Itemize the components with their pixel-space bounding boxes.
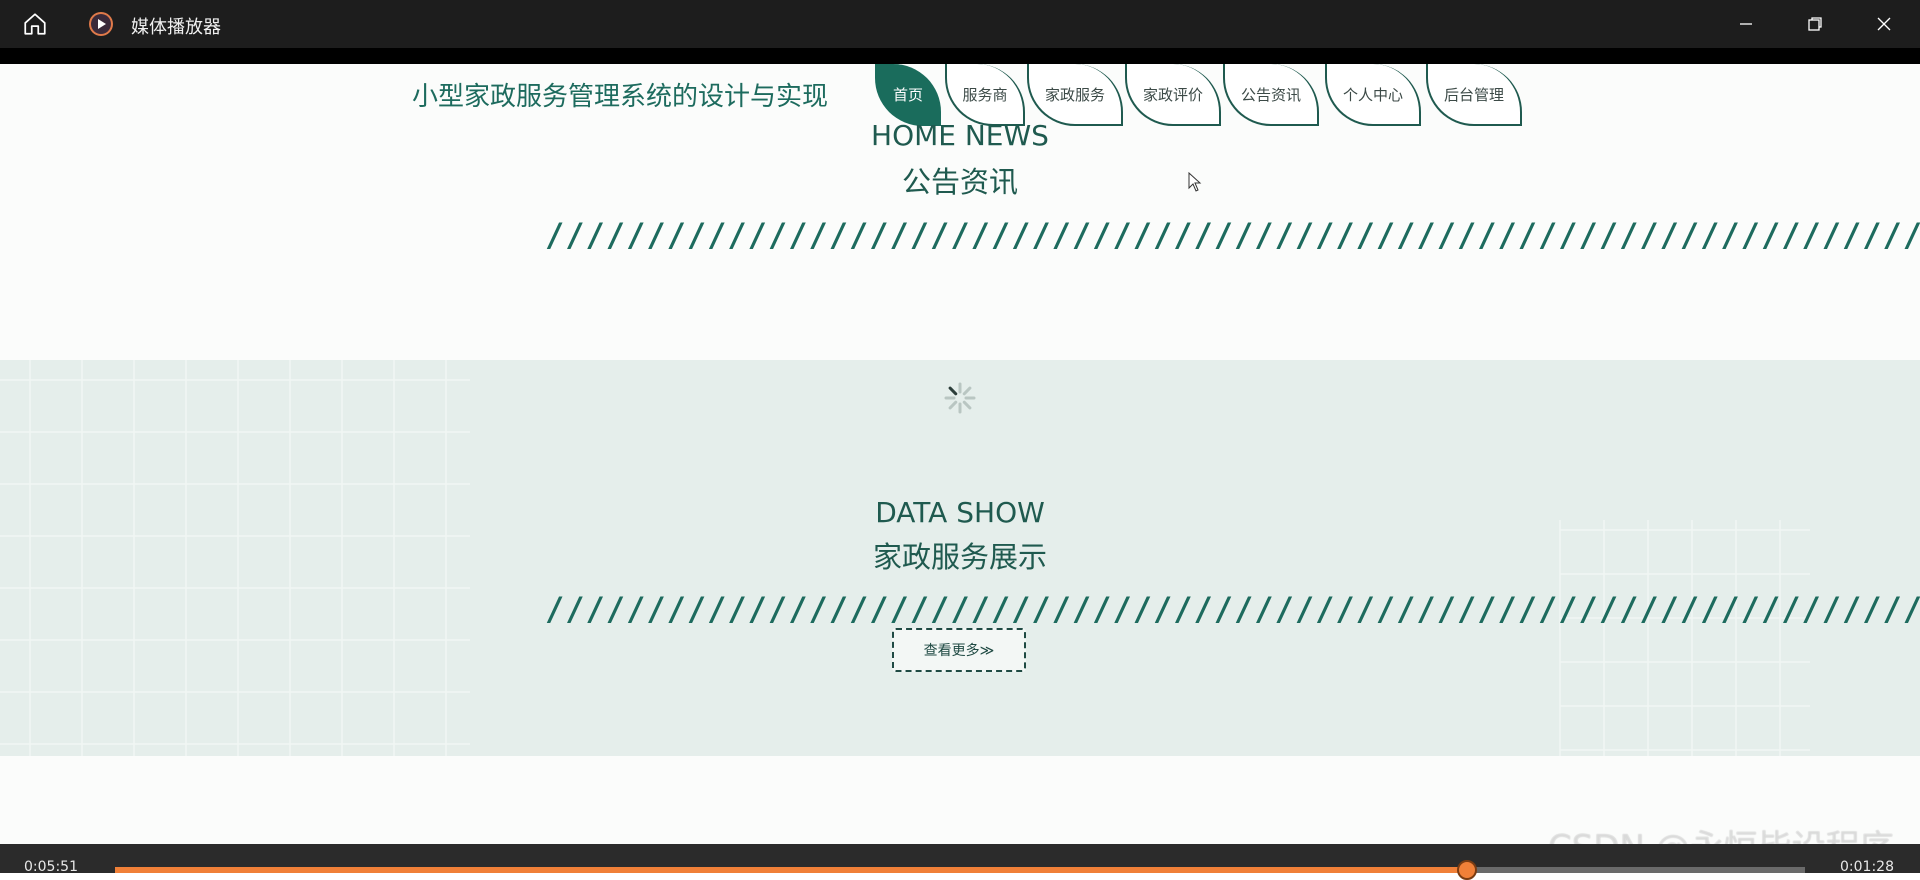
nav-item-providers[interactable]: 服务商 (945, 64, 1025, 126)
nav-item-home[interactable]: 首页 (875, 64, 941, 126)
data-show-divider: ////////////////////////////////////////… (545, 590, 1920, 628)
letterbox-strip (0, 48, 1920, 64)
minimize-icon[interactable] (1734, 12, 1758, 36)
nav-item-services[interactable]: 家政服务 (1027, 64, 1123, 126)
spinner-spoke (962, 400, 972, 410)
media-player-icon (89, 12, 113, 36)
nav-item-profile[interactable]: 个人中心 (1325, 64, 1421, 126)
spinner-spoke (948, 386, 958, 396)
nav-item-admin[interactable]: 后台管理 (1426, 64, 1522, 126)
restore-icon[interactable] (1803, 12, 1827, 36)
nav-item-reviews[interactable]: 家政评价 (1125, 64, 1221, 126)
nav-item-news[interactable]: 公告资讯 (1223, 64, 1319, 126)
seek-bar-progress (115, 867, 1467, 873)
spinner-spoke (962, 386, 972, 396)
news-title-cn: 公告资讯 (901, 165, 1018, 199)
close-icon[interactable] (1872, 12, 1896, 36)
mouse-cursor-icon (1188, 172, 1202, 192)
news-title-en: HOME NEWS (871, 119, 1049, 152)
home-icon[interactable] (22, 11, 48, 37)
window-title: 媒体播放器 (131, 17, 221, 38)
data-show-title-en: DATA SHOW (875, 496, 1045, 529)
window-titlebar: 媒体播放器 (0, 0, 1920, 48)
seek-thumb[interactable] (1457, 860, 1477, 880)
loading-spinner-icon (944, 382, 976, 414)
seek-bar[interactable] (115, 860, 1805, 880)
spinner-spoke (948, 400, 958, 410)
site-title: 小型家政服务管理系统的设计与实现 (412, 82, 829, 112)
view-more-button[interactable]: 查看更多≫ (892, 628, 1026, 672)
data-show-title-cn: 家政服务展示 (872, 540, 1047, 574)
news-divider: ////////////////////////////////////////… (545, 216, 1920, 254)
